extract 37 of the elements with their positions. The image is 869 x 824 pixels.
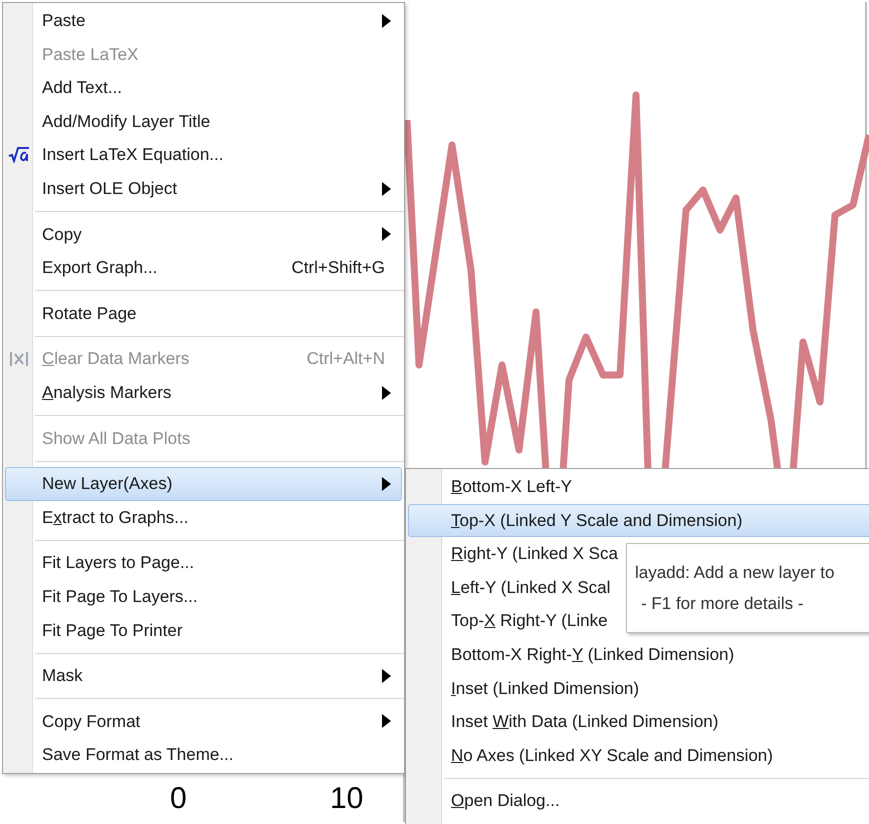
- submenu-arrow-icon: [382, 14, 391, 28]
- menu-item[interactable]: Mask: [5, 659, 402, 693]
- submenu-arrow-icon: [382, 476, 391, 491]
- axis-tick-label: 10: [330, 784, 364, 814]
- menu-item[interactable]: Rotate Page: [5, 296, 402, 330]
- menu-item[interactable]: Insert LaTeX Equation...: [5, 138, 402, 172]
- submenu-arrow-icon: [382, 714, 391, 728]
- menu-item[interactable]: Copy Format: [5, 704, 402, 738]
- menu-item[interactable]: Bottom-X Left-Y: [408, 470, 869, 504]
- menu-item[interactable]: Add Text...: [5, 71, 402, 105]
- menu-item[interactable]: New Layer(Axes): [5, 467, 402, 501]
- menu-item[interactable]: Bottom-X Right-Y (Linked Dimension): [408, 638, 869, 672]
- tooltip-text: layadd: Add a new layer to: [635, 562, 836, 584]
- menu-item[interactable]: Fit Layers to Page...: [5, 546, 402, 580]
- menu-item[interactable]: Analysis Markers: [5, 376, 402, 410]
- submenu-arrow-icon: [382, 386, 391, 400]
- menu-item[interactable]: Fit Page To Layers...: [5, 580, 402, 614]
- menu-item[interactable]: Add/Modify Layer Title: [5, 104, 402, 138]
- menu-item[interactable]: Extract to Graphs...: [5, 500, 402, 534]
- menu-item[interactable]: Inset (Linked Dimension): [408, 672, 869, 706]
- clear-markers-icon: [10, 351, 28, 368]
- submenu-arrow-icon: [382, 227, 391, 242]
- submenu-arrow-icon: [382, 668, 391, 683]
- menu-item[interactable]: Open Dialog...: [408, 784, 869, 818]
- menu-item[interactable]: Save Format as Theme...: [5, 738, 402, 772]
- menu-item[interactable]: Top-X (Linked Y Scale and Dimension): [408, 504, 869, 538]
- submenu-arrow-icon: [382, 182, 391, 196]
- menu-item[interactable]: Inset With Data (Linked Dimension): [408, 705, 869, 739]
- menu-item[interactable]: Fit Page To Printer: [5, 614, 402, 648]
- menu-item[interactable]: No Axes (Linked XY Scale and Dimension): [408, 738, 869, 772]
- tooltip-text: - F1 for more details -: [640, 593, 804, 615]
- square-root-icon: [8, 147, 30, 164]
- menu-item[interactable]: Export Graph... Ctrl+Shift+G: [5, 251, 402, 285]
- menu-item[interactable]: Copy: [5, 218, 402, 252]
- axis-tick-label: 0: [170, 784, 187, 814]
- menu-item[interactable]: Paste: [5, 4, 402, 38]
- menu-item[interactable]: Insert OLE Object: [5, 172, 402, 206]
